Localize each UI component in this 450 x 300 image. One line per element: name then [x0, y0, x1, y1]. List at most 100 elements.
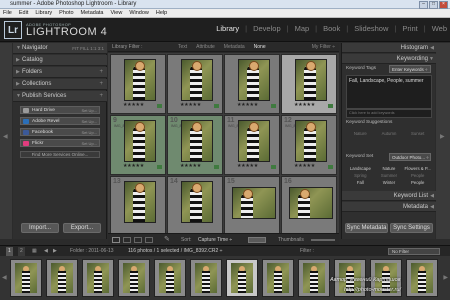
filmstrip-thumbnail[interactable] [82, 259, 114, 297]
grid-cell[interactable]: ★★★★★ [281, 54, 337, 114]
grid-cell[interactable]: 10 IMG_8390 ★★★★★ [167, 115, 223, 175]
publish-services-header[interactable]: ▼ Publish Services + [13, 91, 107, 102]
filmstrip-scroll-left-icon[interactable]: ◀ [2, 274, 7, 281]
photo-thumbnail[interactable] [295, 120, 327, 162]
find-more-services-button[interactable]: Find More Services Online... [20, 151, 100, 158]
photo-thumbnail[interactable] [295, 59, 327, 101]
service-setup-link[interactable]: Set Up... [81, 107, 97, 115]
keyword-set-item[interactable]: People [403, 173, 432, 178]
photo-thumbnail[interactable] [289, 187, 333, 219]
minimize-button[interactable]: – [419, 1, 428, 9]
menu-view[interactable]: View [110, 9, 122, 17]
navigator-header[interactable]: ▼ Navigator FIT FILL 1:1 3:1 [13, 43, 107, 54]
filter-preset-dropdown[interactable]: My Filter ÷ [312, 43, 335, 52]
thumbnail-size-slider[interactable] [311, 239, 335, 241]
module-web[interactable]: Web [432, 24, 447, 33]
filter-attribute[interactable]: Attribute [196, 43, 215, 52]
menu-file[interactable]: File [3, 9, 12, 17]
filmstrip-thumbnail[interactable] [10, 259, 42, 297]
add-service-icon[interactable]: + [99, 91, 103, 102]
grid-cell[interactable]: 13 [110, 176, 166, 236]
filmstrip-thumbnail[interactable] [118, 259, 150, 297]
service-setup-link[interactable]: Set Up... [81, 118, 97, 126]
import-button[interactable]: Import... [21, 223, 59, 233]
service-facebook[interactable]: Facebook Set Up... [20, 128, 100, 136]
filmstrip-thumbnail[interactable] [406, 259, 438, 297]
star-rating[interactable]: ★★★★★ [294, 163, 315, 169]
suggestion-item[interactable]: Autumn [375, 131, 404, 136]
filmstrip-thumbnail[interactable] [262, 259, 294, 297]
module-print[interactable]: Print [402, 24, 417, 33]
collapse-left-icon[interactable]: ◀ [3, 133, 8, 140]
photo-thumbnail[interactable] [124, 181, 156, 223]
menu-metadata[interactable]: Metadata [81, 9, 104, 17]
star-rating[interactable]: ★★★★★ [180, 102, 201, 108]
add-keywords-field[interactable]: Click here to add keywords [346, 109, 432, 118]
left-panel-toggle-strip[interactable]: ◀ [0, 43, 12, 239]
catalog-header[interactable]: ▶ Catalog [13, 55, 107, 66]
add-collection-icon[interactable]: + [99, 79, 103, 90]
keyword-set-dropdown[interactable]: Outdoor Photo... ÷ [389, 153, 431, 161]
close-button[interactable]: × [439, 1, 448, 9]
grid-cell[interactable]: 12 IMG_8392 ★★★★★ [281, 115, 337, 175]
photo-thumbnail[interactable] [181, 120, 213, 162]
suggestion-item[interactable]: Nature [346, 131, 375, 136]
module-map[interactable]: Map [295, 24, 310, 33]
menu-photo[interactable]: Photo [59, 9, 73, 17]
menu-edit[interactable]: Edit [19, 9, 28, 17]
keyword-tags-mode-dropdown[interactable]: Enter Keywords ÷ [389, 65, 431, 73]
grid-cell[interactable]: ★★★★★ [224, 54, 280, 114]
filmstrip-thumbnail[interactable] [46, 259, 78, 297]
right-panel-toggle-strip[interactable]: ▶ [436, 43, 450, 239]
grid-cell[interactable]: 9 IMG_8389 ★★★★★ [110, 115, 166, 175]
keyword-list-header[interactable]: Keyword List ◀ [342, 191, 436, 201]
grid-cell[interactable]: 16 [281, 176, 337, 236]
grid-view-icon[interactable] [112, 237, 120, 243]
loupe-view-icon[interactable] [123, 237, 131, 243]
filmstrip-thumbnail[interactable] [154, 259, 186, 297]
menu-window[interactable]: Window [129, 9, 149, 17]
collections-header[interactable]: ▶ Collections + [13, 79, 107, 90]
color-label-icon[interactable] [157, 104, 162, 108]
service-setup-link[interactable]: Set Up... [81, 140, 97, 148]
module-develop[interactable]: Develop [253, 24, 281, 33]
menu-help[interactable]: Help [156, 9, 167, 17]
filmstrip-thumbnail[interactable] [298, 259, 330, 297]
keyword-set-item[interactable]: Landscape [346, 166, 375, 171]
page-1-button[interactable]: 1 [6, 247, 13, 256]
service-flickr[interactable]: Flickr Set Up... [20, 139, 100, 147]
photo-thumbnail[interactable] [181, 59, 213, 101]
sync-settings-button[interactable]: Sync Settings [390, 223, 433, 233]
page-2-button[interactable]: 2 [18, 247, 25, 256]
color-label-icon[interactable] [214, 104, 219, 108]
navigator-zoom-options[interactable]: FIT FILL 1:1 3:1 [72, 43, 104, 54]
grid-cell[interactable]: ★★★★★ [110, 54, 166, 114]
add-folder-icon[interactable]: + [99, 67, 103, 78]
color-label-icon[interactable] [214, 165, 219, 169]
star-rating[interactable]: ★★★★★ [237, 102, 258, 108]
keywording-header[interactable]: Keywording ▼ [342, 54, 436, 64]
photo-thumbnail[interactable] [238, 59, 270, 101]
color-label-icon[interactable] [328, 104, 333, 108]
star-rating[interactable]: ★★★★★ [237, 163, 258, 169]
sync-metadata-button[interactable]: Sync Metadata [345, 223, 388, 233]
grid-cell[interactable]: 15 [224, 176, 280, 236]
grid-cell[interactable]: 11 IMG_8391 ★★★★★ [224, 115, 280, 175]
color-label-icon[interactable] [157, 165, 162, 169]
filter-none[interactable]: None [254, 43, 266, 52]
compare-view-icon[interactable] [134, 237, 142, 243]
module-library[interactable]: Library [216, 24, 239, 33]
star-rating[interactable]: ★★★★★ [123, 163, 144, 169]
grid-cell[interactable]: 14 [167, 176, 223, 236]
collapse-right-icon[interactable]: ▶ [440, 133, 445, 140]
filmstrip-thumbnail[interactable] [190, 259, 222, 297]
photo-thumbnail[interactable] [124, 120, 156, 162]
service-setup-link[interactable]: Set Up... [81, 129, 97, 137]
color-label-icon[interactable] [271, 104, 276, 108]
keyword-set-item[interactable]: Summer [375, 173, 404, 178]
grid-cell[interactable]: ★★★★★ [167, 54, 223, 114]
keyword-set-item[interactable]: People [403, 180, 432, 185]
star-rating[interactable]: ★★★★★ [294, 102, 315, 108]
service-hard-drive[interactable]: Hard Drive Set Up... [20, 106, 100, 114]
module-book[interactable]: Book [323, 24, 340, 33]
